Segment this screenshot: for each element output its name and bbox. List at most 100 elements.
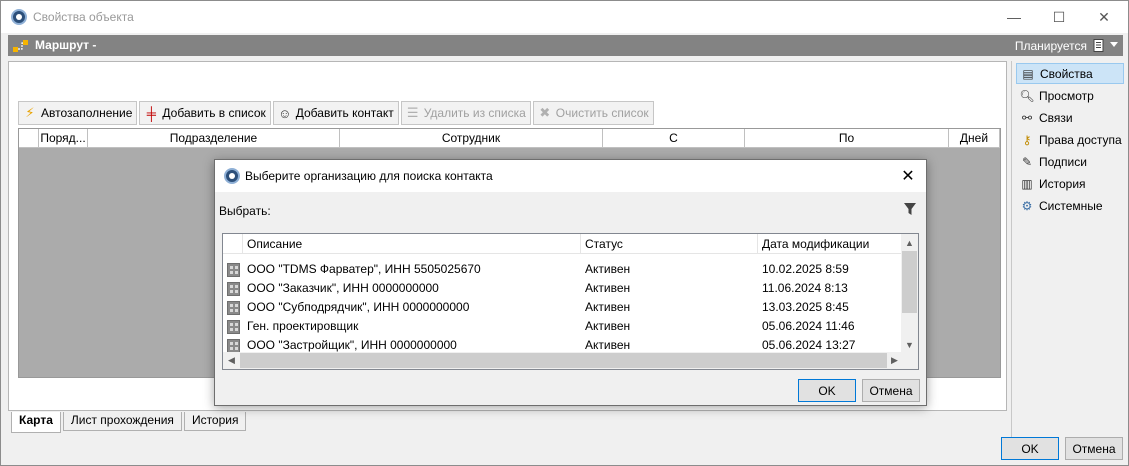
remove-row-icon: ☰ — [406, 105, 419, 120]
grid-header-from[interactable]: С — [603, 129, 745, 148]
organization-building-icon — [226, 338, 240, 353]
row-modified: 10.02.2025 8:59 — [762, 262, 849, 276]
row-status: Активен — [585, 281, 631, 295]
organization-list[interactable]: Описание Статус Дата модификации ООО "TD… — [222, 233, 919, 370]
grid-header-order[interactable]: Поряд... — [39, 129, 88, 148]
bottom-tabs: Карта Лист прохождения История — [11, 412, 248, 433]
list-item[interactable]: ООО "Субподрядчик", ИНН 0000000000 Актив… — [223, 298, 903, 317]
organization-row-icon-wrap — [223, 300, 243, 315]
autofill-label: Автозаполнение — [41, 106, 133, 120]
grid-header-department[interactable]: Подразделение — [88, 129, 340, 148]
magnifier-icon: 🔍︎ — [1019, 88, 1035, 103]
list-header-modified[interactable]: Дата модификации — [758, 234, 903, 254]
list-header-status[interactable]: Статус — [581, 234, 758, 254]
dialog-app-logo-icon — [224, 168, 240, 184]
nav-item-signatures[interactable]: ✎ Подписи — [1016, 151, 1124, 172]
right-nav-panel: ▤ Свойства 🔍︎ Просмотр ⚯ Связи ⚷ Права д… — [1013, 61, 1125, 411]
row-description: ООО "Заказчик", ИНН 0000000000 — [247, 281, 439, 295]
row-status: Активен — [585, 319, 631, 333]
row-status: Активен — [585, 262, 631, 276]
main-ok-button[interactable]: OK — [1001, 437, 1059, 460]
scroll-down-icon[interactable]: ▼ — [901, 336, 918, 353]
row-modified: 05.06.2024 11:46 — [762, 319, 855, 333]
remove-from-list-label: Удалить из списка — [423, 106, 526, 120]
nav-item-links[interactable]: ⚯ Связи — [1016, 107, 1124, 128]
route-icon — [13, 40, 28, 52]
organization-building-icon — [226, 281, 240, 296]
list-header-description[interactable]: Описание — [243, 234, 581, 254]
window-titlebar: Свойства объекта — ☐ ✕ — [1, 1, 1128, 33]
add-row-icon: ╪ — [146, 105, 157, 121]
key-icon: ⚷ — [1022, 132, 1032, 147]
nav-item-history[interactable]: ▥ История — [1016, 173, 1124, 194]
status-label[interactable]: Планируется — [1015, 39, 1087, 53]
panel-divider — [1011, 61, 1012, 456]
organization-building-icon — [226, 319, 240, 334]
list-item[interactable]: Ген. проектировщик Активен 05.06.2024 11… — [223, 317, 903, 336]
scrollbar-corner — [901, 352, 918, 369]
dialog-titlebar: Выберите организацию для поиска контакта… — [215, 160, 926, 192]
row-description: Ген. проектировщик — [247, 319, 359, 333]
horizontal-scroll-thumb[interactable] — [240, 353, 887, 368]
system-settings-icon: ⚙ — [1021, 198, 1033, 213]
row-modified: 13.03.2025 8:45 — [762, 300, 849, 314]
remove-from-list-button[interactable]: ☰ Удалить из списка — [400, 101, 531, 125]
status-document-icon[interactable] — [1093, 39, 1105, 52]
autofill-button[interactable]: ⚡ Автозаполнение — [18, 101, 138, 125]
dialog-title: Выберите организацию для поиска контакта — [245, 169, 493, 183]
tab-routing-sheet[interactable]: Лист прохождения — [62, 412, 182, 431]
list-item[interactable]: ООО "Заказчик", ИНН 0000000000 Активен 1… — [223, 279, 903, 298]
organization-row-icon-wrap — [223, 319, 243, 334]
dialog-close-button[interactable]: ✕ — [896, 165, 920, 187]
grid-header-employee[interactable]: Сотрудник — [340, 129, 603, 148]
vertical-scroll-thumb[interactable] — [902, 251, 917, 313]
grid-header: Поряд... Подразделение Сотрудник С По Дн… — [19, 129, 1000, 148]
status-dropdown-icon[interactable] — [1110, 42, 1118, 47]
maximize-button[interactable]: ☐ — [1036, 1, 1082, 33]
list-item[interactable]: ООО "TDMS Фарватер", ИНН 5505025670 Акти… — [223, 260, 903, 279]
select-organization-dialog: Выберите организацию для поиска контакта… — [214, 159, 927, 406]
filter-icon[interactable] — [903, 202, 917, 216]
nav-label-links: Связи — [1039, 110, 1073, 125]
close-button[interactable]: ✕ — [1081, 1, 1127, 33]
object-header-bar: Маршрут - Планируется — [8, 35, 1123, 56]
grid-header-days[interactable]: Дней — [949, 129, 1000, 148]
contact-icon: ☺ — [278, 105, 292, 121]
nav-label-preview: Просмотр — [1039, 88, 1094, 103]
organization-row-icon-wrap — [223, 281, 243, 296]
scroll-up-icon[interactable]: ▲ — [901, 234, 918, 251]
nav-item-properties[interactable]: ▤ Свойства — [1016, 63, 1124, 84]
row-status: Активен — [585, 300, 631, 314]
list-header-icon-col — [223, 234, 243, 254]
add-to-list-button[interactable]: ╪ Добавить в список — [139, 101, 271, 125]
organization-building-icon — [226, 300, 240, 315]
list-horizontal-scrollbar[interactable]: ◀ ▶ — [223, 352, 903, 369]
nav-item-system[interactable]: ⚙ Системные — [1016, 195, 1124, 216]
grid-header-to[interactable]: По — [745, 129, 949, 148]
nav-label-system: Системные — [1039, 198, 1103, 213]
window-title: Свойства объекта — [33, 10, 134, 24]
add-to-list-label: Добавить в список — [162, 106, 266, 120]
clear-list-button[interactable]: ✖ Очистить список — [532, 101, 654, 125]
nav-item-access-rights[interactable]: ⚷ Права доступа — [1016, 129, 1124, 150]
nav-label-properties: Свойства — [1040, 66, 1093, 81]
organization-building-icon — [226, 262, 240, 277]
tab-card[interactable]: Карта — [11, 412, 61, 433]
list-toolbar: ⚡ Автозаполнение ╪ Добавить в список ☺ Д… — [18, 101, 654, 125]
select-label: Выбрать: — [219, 204, 271, 218]
dialog-ok-button[interactable]: OK — [798, 379, 856, 402]
add-contact-button[interactable]: ☺ Добавить контакт — [272, 101, 399, 125]
minimize-button[interactable]: — — [991, 1, 1037, 33]
app-logo-icon — [11, 9, 27, 25]
nav-item-preview[interactable]: 🔍︎ Просмотр — [1016, 85, 1124, 106]
chain-link-icon: ⚯ — [1021, 110, 1033, 125]
scroll-left-icon[interactable]: ◀ — [223, 352, 240, 369]
organization-row-icon-wrap — [223, 262, 243, 277]
list-vertical-scrollbar[interactable]: ▲ ▼ — [901, 234, 918, 353]
organization-row-icon-wrap — [223, 338, 243, 353]
tab-history[interactable]: История — [183, 412, 247, 431]
dialog-cancel-button[interactable]: Отмена — [862, 379, 920, 402]
nav-label-history: История — [1039, 176, 1086, 191]
grid-header-indicator — [19, 129, 39, 148]
main-cancel-button[interactable]: Отмена — [1065, 437, 1123, 460]
